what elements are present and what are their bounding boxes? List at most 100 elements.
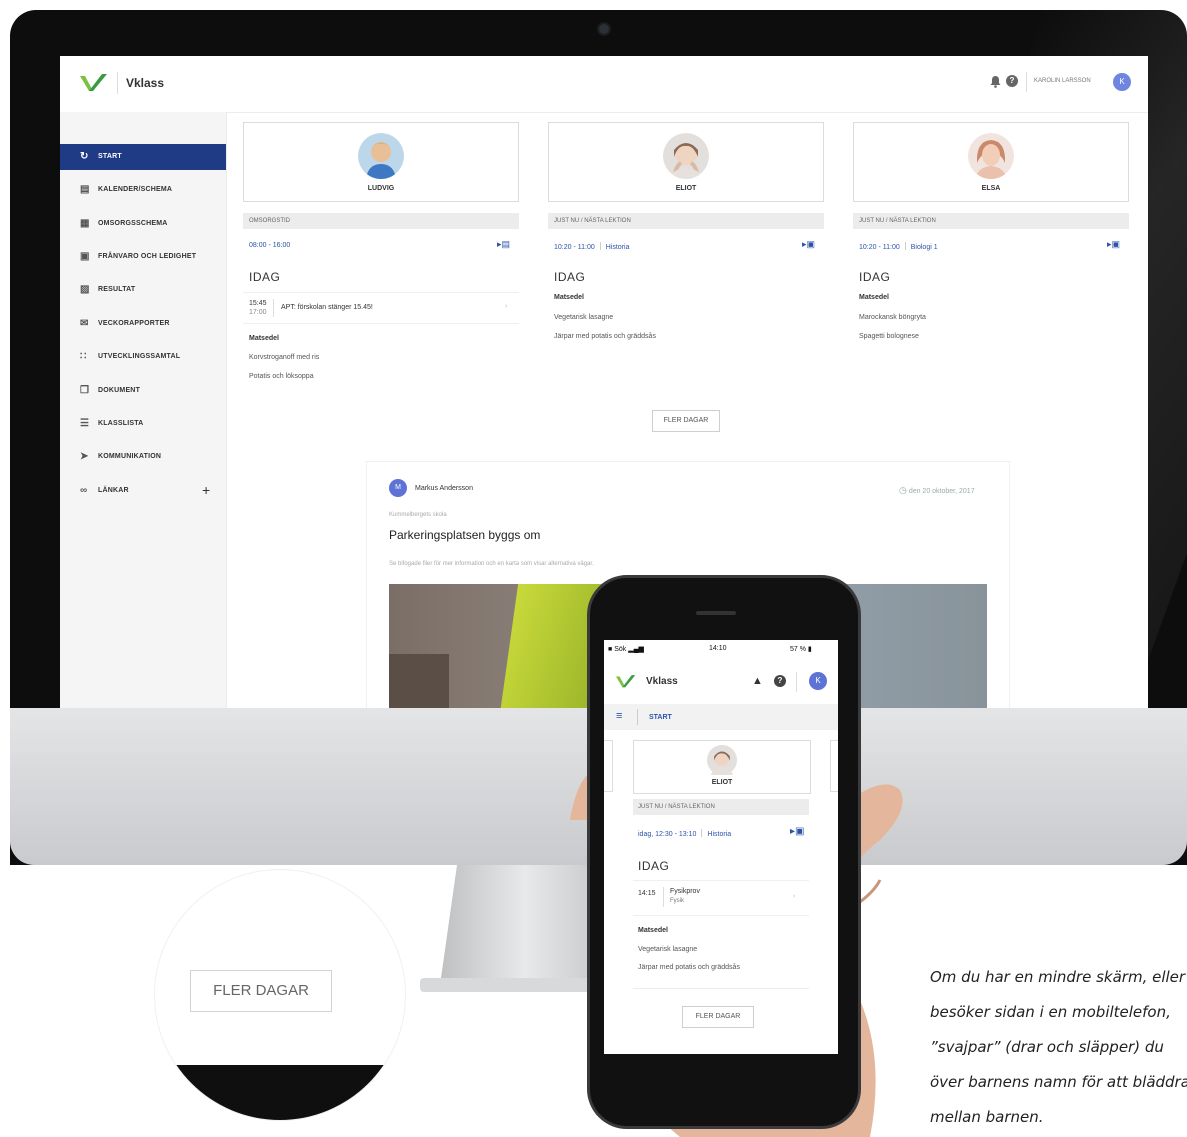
document-icon: ❐ [80,385,90,396]
battery-icon: ▮ [807,646,812,653]
top-bar: Vklass ? KAROLIN LARSSON K [60,56,1148,113]
child-card[interactable]: ELIOT [633,740,811,794]
nav-current-page[interactable]: START [649,714,672,721]
care-time[interactable]: 08:00 - 16:00 [249,242,290,249]
magnifier-circle: FLER DAGAR [155,870,405,1120]
user-avatar[interactable]: K [1113,73,1131,91]
sidebar-item-label: FRÅNVARO OCH LEDIGHET [98,253,197,260]
menu-item: Marockansk böngryta [859,314,926,321]
caption-text: Om du har en mindre skärm, eller besöker… [930,960,1187,1135]
help-icon[interactable]: ? [1006,75,1018,87]
menu-item: Potatis och löksoppa [249,373,314,380]
child-card[interactable]: ELSA [853,122,1129,202]
event-time-start: 15:45 [249,300,267,307]
status-time: 14:10 [709,645,727,652]
prev-child-card-peek[interactable] [604,740,613,792]
event-row[interactable]: 14:15 Fysikprov Fysik › [633,880,809,916]
menu-title: Matsedel [859,294,889,301]
hamburger-menu-icon[interactable]: ≡ [616,710,622,722]
caption-line: mellan barnen. [930,1108,1044,1126]
child-card[interactable]: ELIOT [548,122,824,202]
calendar-arrow-icon[interactable]: ▸▣ [1107,239,1120,250]
link-icon: ∞ [80,485,88,496]
news-author[interactable]: Markus Andersson [415,485,473,492]
status-carrier: ■ Sök ▂▄▆ [608,646,644,653]
sidebar-item-utvecklingssamtal[interactable]: ∷ UTVECKLINGSSAMTAL [60,344,226,370]
people-icon: ∷ [80,351,87,362]
child-name: ELSA [981,185,1001,192]
sidebar-item-omsorgsschema[interactable]: ▦ OMSORGSSCHEMA [60,211,226,237]
sidebar-item-label: RESULTAT [98,286,136,293]
sidebar-item-kommunikation[interactable]: ➤ KOMMUNIKATION [60,444,226,470]
next-child-card-peek[interactable] [830,740,838,792]
mail-icon: ✉ [80,318,89,329]
calendar-arrow-icon[interactable]: ▸▤ [497,239,510,250]
event-subject: Fysik [670,898,684,904]
author-avatar[interactable]: M [389,479,407,497]
sidebar-item-klasslista[interactable]: ☰ KLASSLISTA [60,411,226,437]
lesson-time[interactable]: idag, 12:30 - 13:10 Historia [638,829,731,838]
sidebar-item-resultat[interactable]: ▨ RESULTAT [60,277,226,303]
chevron-right-icon[interactable]: › [505,303,507,310]
caption-line: Om du har en mindre skärm, eller [930,968,1186,986]
calendar-icon: ▤ [80,184,90,195]
sidebar-item-label: KOMMUNIKATION [98,453,162,460]
help-icon[interactable]: ? [774,675,786,687]
more-days-button[interactable]: FLER DAGAR [682,1006,754,1028]
vklass-logo-icon[interactable] [616,674,636,689]
child-name: ELIOT [711,779,733,786]
phone-brand: Vklass [646,676,678,687]
section-header: OMSORGSTID [243,213,519,229]
child-name: ELIOT [675,185,697,192]
section-header: JUST NU / NÄSTA LEKTION [853,213,1129,229]
event-text: APT: förskolan stänger 15.45! [281,304,373,311]
phone-speaker [696,611,736,615]
calendar-care-icon: ▦ [80,218,90,229]
caption-line: ”svajpar” (drar och släpper) du [930,1038,1164,1056]
start-icon: ↻ [80,151,89,162]
chevron-right-icon[interactable]: › [793,893,795,900]
child-avatar [707,745,737,775]
nav-divider [637,709,638,725]
sidebar-item-start[interactable]: ↻ START [60,144,226,170]
bell-icon[interactable] [990,76,1001,91]
user-name[interactable]: KAROLIN LARSSON [1034,78,1091,84]
sidebar-item-lankar[interactable]: ∞ LÄNKAR + [60,478,226,504]
child-card[interactable]: LUDVIG [243,122,519,202]
sidebar-item-dokument[interactable]: ❐ DOKUMENT [60,378,226,404]
event-row[interactable]: 15:45 17:00 APT: förskolan stänger 15.45… [243,292,519,324]
sidebar-item-kalender[interactable]: ▤ KALENDER/SCHEMA [60,177,226,203]
news-title[interactable]: Parkeringsplatsen byggs om [389,528,540,542]
expand-icon[interactable]: + [202,482,210,498]
header-divider [796,672,797,692]
child-name: LUDVIG [367,185,395,192]
clock-icon: ◷ [899,485,907,495]
lesson-time[interactable]: 10:20 - 11:00 Historia [554,242,629,251]
brand-name: Vklass [126,76,165,90]
calendar-arrow-icon[interactable]: ▸▣ [790,826,804,837]
camera-icon [597,22,611,36]
topbar-divider [1026,72,1027,92]
child-avatar [358,133,404,179]
news-school: Kummelbergets skola [389,512,447,518]
section-header: JUST NU / NÄSTA LEKTION [548,213,824,229]
logo-divider [117,72,118,94]
image-shadow [389,654,449,708]
more-days-button[interactable]: FLER DAGAR [652,410,720,432]
sidebar-item-label: START [98,153,122,160]
magnified-more-days-button: FLER DAGAR [190,970,332,1012]
bell-icon[interactable]: ▲ [752,675,763,687]
menu-title: Matsedel [249,335,279,342]
user-avatar[interactable]: K [809,672,827,690]
event-time-end: 17:00 [249,309,267,316]
phone-screen: ■ Sök ▂▄▆ 14:10 57 % ▮ Vklass ▲ ? K ≡ ST… [604,640,838,1054]
menu-item: Järpar med potatis och gräddsås [554,333,656,340]
lesson-time[interactable]: 10:20 - 11:00 Biologi 1 [859,242,938,251]
calendar-arrow-icon[interactable]: ▸▣ [802,239,815,250]
absence-icon: ▣ [80,251,90,262]
vklass-logo-icon[interactable] [80,73,108,93]
menu-item: Spagetti bolognese [859,333,919,340]
sidebar-item-veckorapporter[interactable]: ✉ VECKORAPPORTER [60,311,226,337]
sidebar-item-label: DOKUMENT [98,387,141,394]
sidebar-item-franvaro[interactable]: ▣ FRÅNVARO OCH LEDIGHET [60,244,226,270]
